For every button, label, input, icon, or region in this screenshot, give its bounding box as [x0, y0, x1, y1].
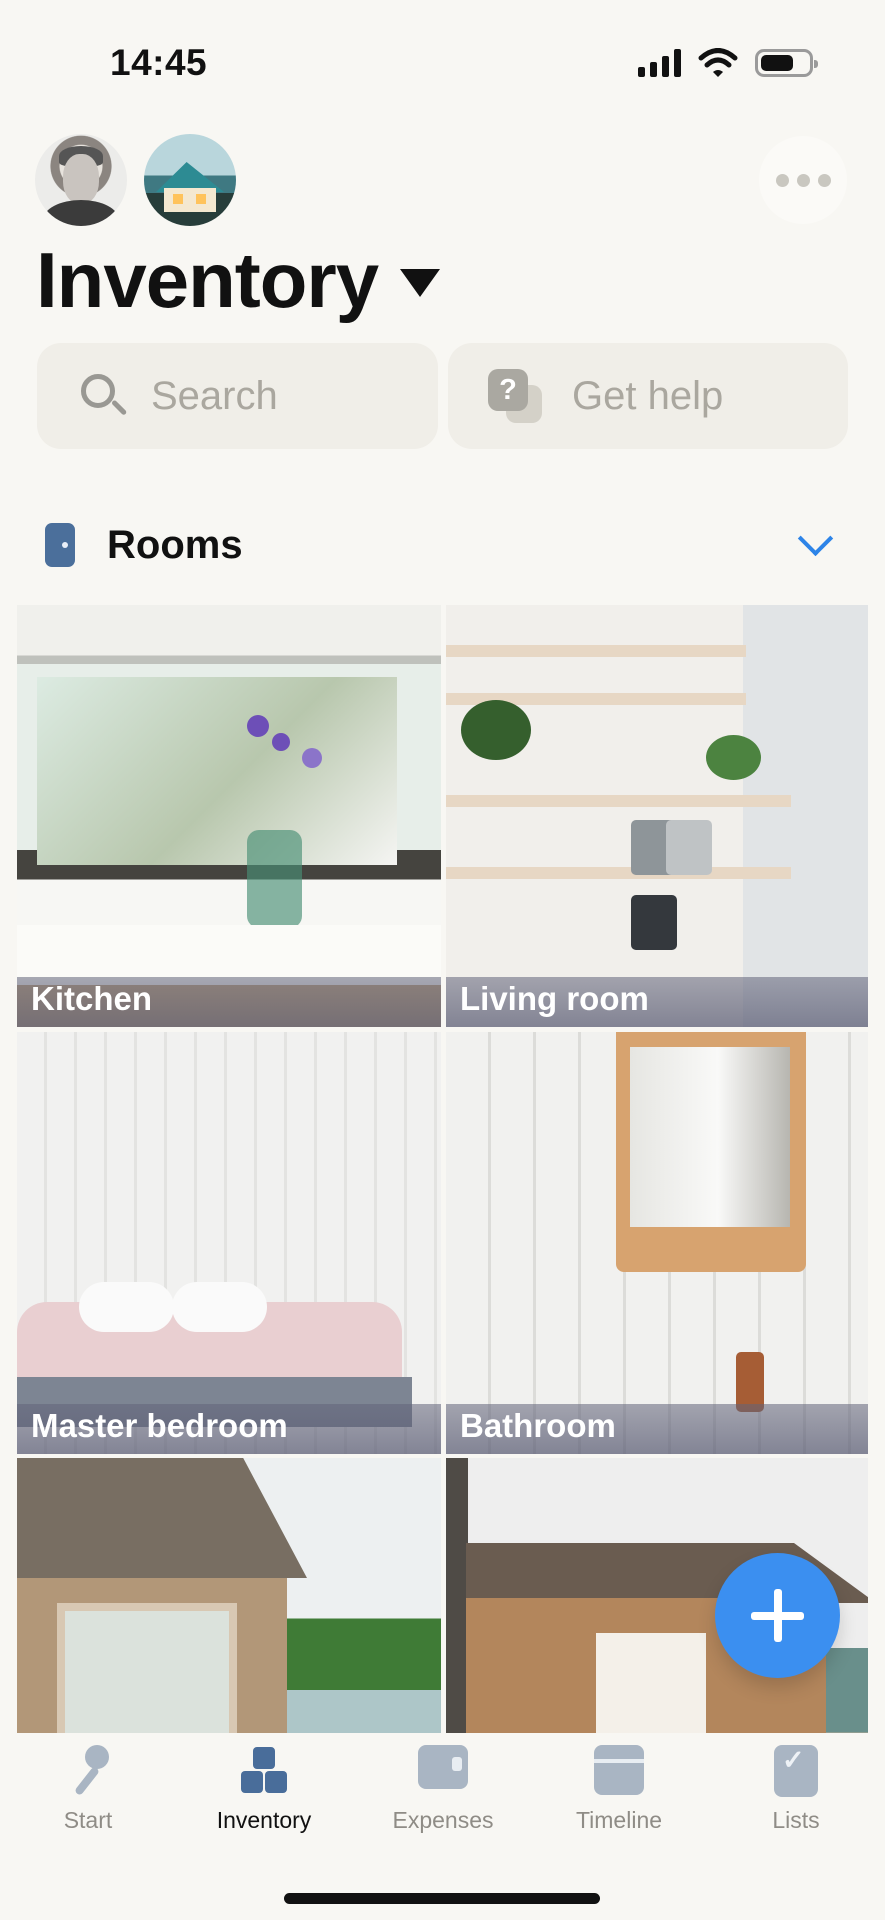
triangle-down-icon [400, 269, 441, 297]
rooms-section-header[interactable]: Rooms [45, 510, 840, 580]
tab-inventory[interactable]: Inventory [189, 1745, 339, 1840]
room-label: Master bedroom [31, 1407, 288, 1444]
tab-label: Start [63, 1807, 113, 1833]
chevron-down-icon[interactable] [797, 520, 834, 557]
flower [302, 748, 322, 768]
tab-label: Expenses [392, 1807, 494, 1833]
home-avatar[interactable] [144, 134, 236, 226]
page-title: Inventory [36, 236, 379, 324]
plant [706, 735, 761, 780]
tab-start[interactable]: Start [13, 1745, 163, 1840]
living-shelf [446, 645, 746, 657]
more-options-button[interactable] [759, 136, 847, 224]
home-indicator[interactable] [284, 1893, 600, 1904]
status-bar: 14:45 [0, 0, 885, 130]
house-window [173, 194, 183, 204]
pillow [79, 1282, 174, 1332]
house-body [164, 188, 216, 212]
tab-label: Timeline [575, 1807, 663, 1833]
bottom-tab-bar: Start Inventory Expenses Timeline Lists [0, 1733, 885, 1920]
ellipsis-dot [775, 173, 789, 187]
battery-level [761, 55, 793, 71]
room-label: Bathroom [460, 1407, 616, 1444]
tab-label: Lists [772, 1807, 820, 1833]
rooms-title: Rooms [107, 522, 243, 567]
room-card-master-bedroom[interactable]: Master bedroom [17, 1032, 441, 1454]
room-label: Kitchen [31, 980, 153, 1017]
search-icon [79, 372, 128, 420]
user-avatar[interactable] [35, 134, 127, 226]
room-card-kitchen[interactable]: Kitchen [17, 605, 441, 1027]
room-card-living-room[interactable]: Living room [446, 605, 868, 1027]
inventory-title-dropdown[interactable]: Inventory [36, 236, 441, 324]
house-window [196, 194, 206, 204]
tab-label: Inventory [216, 1807, 312, 1833]
cellular-signal-icon [638, 49, 681, 77]
kitchen-window [37, 677, 397, 865]
cabin-roof [17, 1458, 307, 1578]
boxes-icon [239, 1745, 289, 1795]
calendar-icon [594, 1745, 644, 1795]
room-card[interactable] [17, 1458, 441, 1733]
add-button[interactable] [715, 1553, 840, 1678]
ellipsis-dot [817, 173, 831, 187]
door-icon [45, 523, 75, 567]
help-icon: ? [488, 369, 542, 423]
wifi-icon [698, 48, 738, 77]
get-help-label: Get help [572, 373, 724, 418]
checklist-icon [774, 1745, 818, 1797]
key-icon [65, 1745, 111, 1795]
ellipsis-dot [796, 173, 810, 187]
battery-icon [755, 49, 818, 77]
living-shelf [446, 795, 791, 807]
plant [461, 700, 531, 760]
room-card-bathroom[interactable]: Bathroom [446, 1032, 868, 1454]
tree-trunk [446, 1458, 468, 1733]
cabin-door [596, 1633, 706, 1733]
get-help-button[interactable]: ? Get help [448, 343, 848, 449]
search-input[interactable] [151, 373, 401, 419]
room-label: Living room [460, 980, 649, 1017]
storage-bin [666, 820, 712, 875]
tab-timeline[interactable]: Timeline [544, 1745, 694, 1840]
avatar-suit [43, 200, 119, 226]
wallet-icon [418, 1745, 468, 1789]
storage-bin [631, 895, 677, 950]
tab-expenses[interactable]: Expenses [368, 1745, 518, 1840]
kitchen-table [17, 925, 441, 985]
flower-vase [247, 830, 302, 928]
search-box[interactable] [37, 343, 438, 449]
tab-lists[interactable]: Lists [721, 1745, 871, 1840]
soap-bottle [736, 1352, 764, 1412]
pillow [172, 1282, 267, 1332]
mirror-glass [630, 1047, 790, 1227]
status-time: 14:45 [110, 42, 208, 83]
living-shelf [446, 867, 791, 879]
status-icons [638, 48, 818, 78]
flower [272, 733, 290, 751]
avatar-face [63, 154, 99, 204]
cabin-window [57, 1603, 237, 1733]
flower [247, 715, 269, 737]
